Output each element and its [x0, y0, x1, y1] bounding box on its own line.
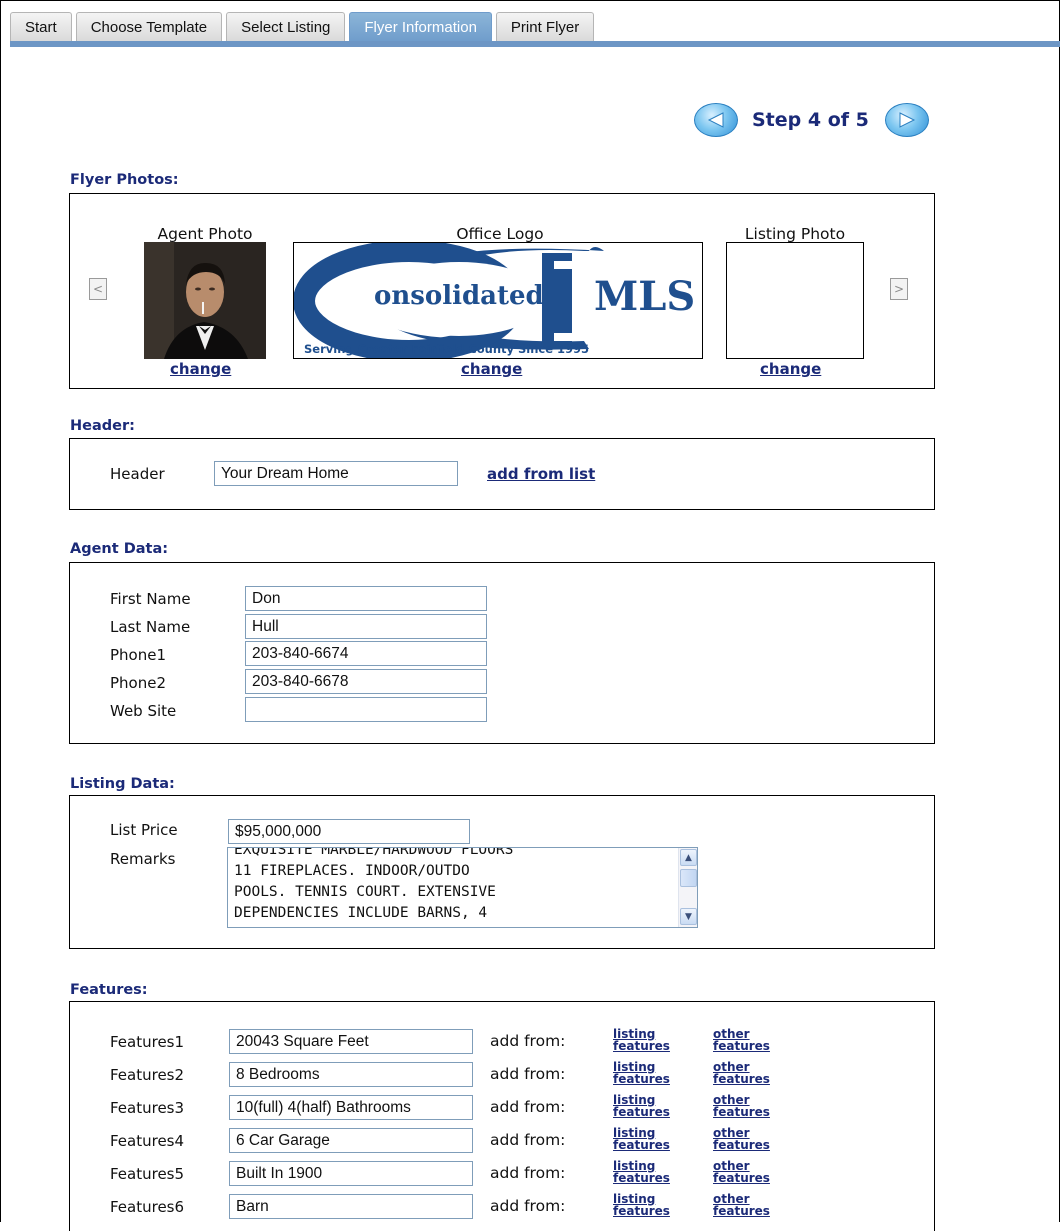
listing-photo-label: Listing Photo	[744, 225, 846, 243]
last-name-label: Last Name	[110, 618, 191, 636]
section-title-features: Features:	[70, 982, 148, 998]
remarks-text: EXQUISITE MARBLE/HARDWOOD FLOORS 11 FIRE…	[234, 847, 522, 927]
list-price-input[interactable]: $95,000,000	[228, 819, 470, 844]
remarks-textarea[interactable]: EXQUISITE MARBLE/HARDWOOD FLOORS 11 FIRE…	[227, 847, 698, 928]
first-name-input[interactable]: Don	[245, 586, 487, 611]
add-from-label: add from:	[490, 1032, 566, 1050]
step-navigation: Step 4 of 5	[694, 100, 929, 140]
header-field-label: Header	[110, 465, 165, 483]
first-name-label: First Name	[110, 590, 191, 608]
website-label: Web Site	[110, 702, 177, 720]
listing-features-link-line2: features	[613, 1204, 670, 1218]
listing-features-link[interactable]: listing features	[613, 1094, 670, 1118]
add-from-label: add from:	[490, 1065, 566, 1083]
features5-input[interactable]: Built In 1900	[229, 1161, 473, 1186]
listing-photo	[726, 242, 864, 359]
features3-input[interactable]: 10(full) 4(half) Bathrooms	[229, 1095, 473, 1120]
other-features-link[interactable]: other features	[713, 1094, 770, 1118]
next-step-button[interactable]	[884, 103, 929, 137]
scroll-up-button[interactable]: ▲	[680, 849, 697, 866]
photos-next-button[interactable]: >	[890, 278, 908, 300]
features2-input[interactable]: 8 Bedrooms	[229, 1062, 473, 1087]
agent-photo	[144, 242, 266, 359]
remarks-scrollbar[interactable]: ▲ ▼	[678, 848, 697, 927]
other-features-link-line2: features	[713, 1105, 770, 1119]
section-title-listing-data: Listing Data:	[70, 776, 175, 792]
tab-print-flyer[interactable]: Print Flyer	[495, 12, 595, 42]
other-features-link[interactable]: other features	[713, 1127, 770, 1151]
scroll-down-button[interactable]: ▼	[680, 908, 697, 925]
other-features-link-line2: features	[713, 1039, 770, 1053]
listing-features-link[interactable]: listing features	[613, 1028, 670, 1052]
list-price-label: List Price	[110, 821, 178, 839]
other-features-link-line2: features	[713, 1171, 770, 1185]
add-from-label: add from:	[490, 1098, 566, 1116]
features1-input[interactable]: 20043 Square Feet	[229, 1029, 473, 1054]
phone1-input[interactable]: 203-840-6674	[245, 641, 487, 666]
tab-start[interactable]: Start	[10, 12, 72, 42]
features5-label: Features5	[110, 1165, 185, 1183]
add-from-label: add from:	[490, 1164, 566, 1182]
other-features-link[interactable]: other features	[713, 1160, 770, 1184]
phone1-label: Phone1	[110, 646, 167, 664]
section-title-agent-data: Agent Data:	[70, 541, 169, 557]
previous-step-button[interactable]	[694, 103, 738, 137]
features6-input[interactable]: Barn	[229, 1194, 473, 1219]
listing-features-link[interactable]: listing features	[613, 1193, 670, 1217]
other-features-link-line2: features	[713, 1204, 770, 1218]
listing-features-link[interactable]: listing features	[613, 1127, 670, 1151]
add-from-list-link[interactable]: add from list	[487, 465, 595, 483]
office-logo-label: Office Logo	[456, 225, 544, 243]
listing-features-link-line2: features	[613, 1072, 670, 1086]
tab-bar-underline	[10, 41, 1060, 47]
add-from-label: add from:	[490, 1131, 566, 1149]
wizard-tabs: Start Choose Template Select Listing Fly…	[10, 12, 598, 42]
arrow-right-icon	[899, 112, 915, 128]
tab-select-listing[interactable]: Select Listing	[226, 12, 346, 42]
listing-features-link[interactable]: listing features	[613, 1061, 670, 1085]
features2-label: Features2	[110, 1066, 185, 1084]
tab-flyer-information[interactable]: Flyer Information	[349, 12, 492, 42]
other-features-link-line2: features	[713, 1072, 770, 1086]
header-input[interactable]: Your Dream Home	[214, 461, 458, 486]
agent-portrait-image	[144, 242, 266, 359]
logo-tagline: Serving Greater Fairfield County Since 1…	[304, 342, 590, 356]
listing-features-link[interactable]: listing features	[613, 1160, 670, 1184]
arrow-left-icon	[707, 112, 724, 128]
photos-prev-button[interactable]: <	[89, 278, 107, 300]
remarks-label: Remarks	[110, 850, 176, 868]
logo-word-mls: MLS	[594, 273, 696, 320]
features3-label: Features3	[110, 1099, 185, 1117]
phone2-input[interactable]: 203-840-6678	[245, 669, 487, 694]
scroll-thumb[interactable]	[680, 869, 697, 887]
listing-features-link-line2: features	[613, 1105, 670, 1119]
listing-features-link-line2: features	[613, 1039, 670, 1053]
agent-photo-label: Agent Photo	[157, 225, 253, 243]
other-features-link[interactable]: other features	[713, 1061, 770, 1085]
features4-label: Features4	[110, 1132, 185, 1150]
step-indicator: Step 4 of 5	[752, 109, 869, 131]
add-from-label: add from:	[490, 1197, 566, 1215]
other-features-link[interactable]: other features	[713, 1193, 770, 1217]
change-office-logo-link[interactable]: change	[461, 360, 522, 378]
section-title-flyer-photos: Flyer Photos:	[70, 172, 179, 188]
listing-features-link-line2: features	[613, 1171, 670, 1185]
tab-choose-template[interactable]: Choose Template	[75, 12, 223, 42]
logo-word-consolidated: onsolidated	[374, 281, 544, 311]
phone2-label: Phone2	[110, 674, 167, 692]
listing-features-link-line2: features	[613, 1138, 670, 1152]
features1-label: Features1	[110, 1033, 185, 1051]
change-listing-photo-link[interactable]: change	[760, 360, 821, 378]
features6-label: Features6	[110, 1198, 185, 1216]
other-features-link-line2: features	[713, 1138, 770, 1152]
agent-data-panel	[69, 562, 935, 744]
office-logo: onsolidated MLS Serving Greater Fairfiel…	[293, 242, 703, 359]
section-title-header: Header:	[70, 418, 135, 434]
other-features-link[interactable]: other features	[713, 1028, 770, 1052]
last-name-input[interactable]: Hull	[245, 614, 487, 639]
website-input[interactable]	[245, 697, 487, 722]
change-agent-photo-link[interactable]: change	[170, 360, 231, 378]
features4-input[interactable]: 6 Car Garage	[229, 1128, 473, 1153]
